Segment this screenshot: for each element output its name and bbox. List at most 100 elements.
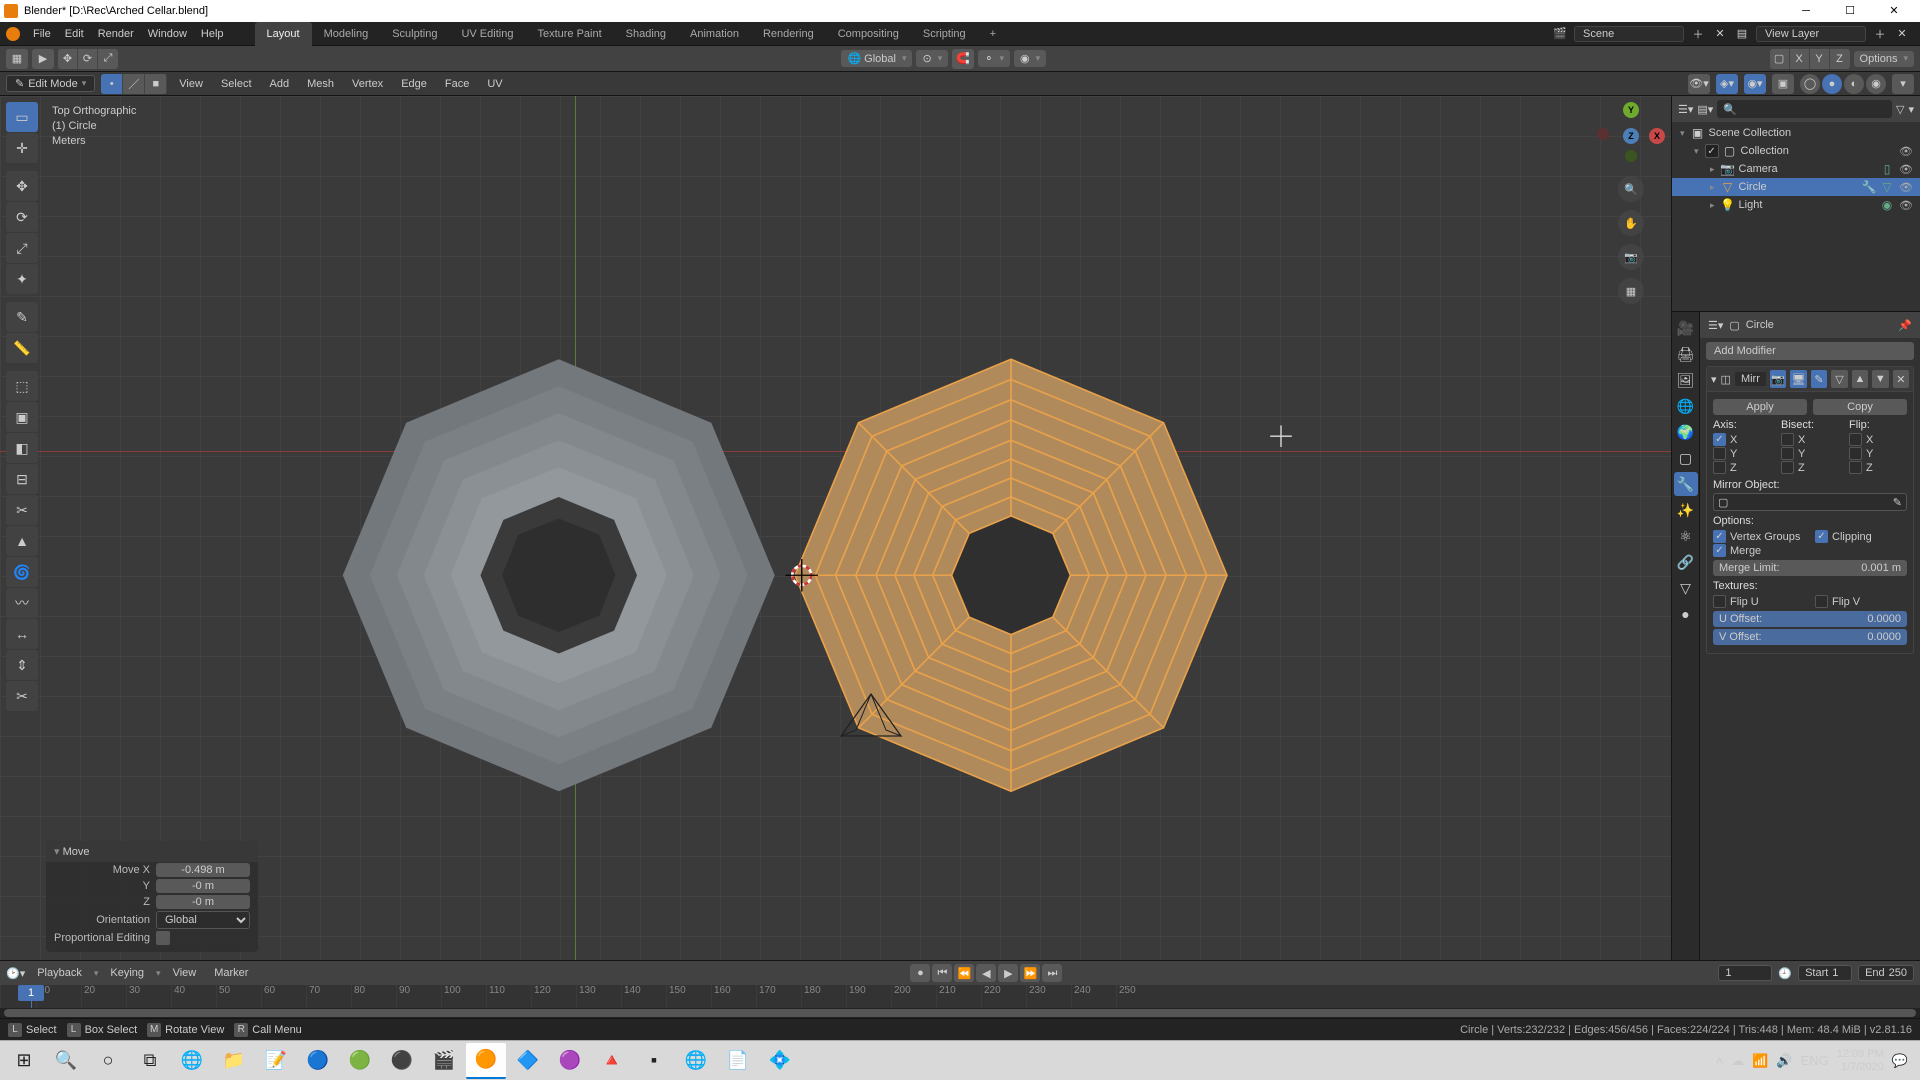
- modifier-name[interactable]: Mirr: [1735, 372, 1766, 386]
- menu-edge[interactable]: Edge: [395, 78, 433, 90]
- taskbar-cortana-icon[interactable]: ○: [88, 1043, 128, 1079]
- xray-toggle-icon[interactable]: ▣: [1772, 74, 1794, 94]
- bisect-x-checkbox[interactable]: [1781, 433, 1794, 446]
- editor-type-icon[interactable]: ▦: [6, 49, 28, 69]
- select-mode-group[interactable]: • ／ ■: [101, 74, 167, 94]
- taskbar-app-12[interactable]: 📄: [718, 1043, 758, 1079]
- row-scene-collection[interactable]: ▣ Scene Collection: [1672, 124, 1920, 142]
- tool-select-box[interactable]: ▭: [6, 102, 38, 132]
- visibility-dropdown-icon[interactable]: 👁▾: [1688, 74, 1710, 94]
- outliner-type-icon[interactable]: ☰▾: [1678, 103, 1693, 116]
- gizmo-toggle-icon[interactable]: ◈▾: [1716, 74, 1738, 94]
- jump-start-icon[interactable]: ⏮: [932, 964, 952, 982]
- shading-rendered-icon[interactable]: ◉: [1866, 74, 1886, 94]
- tool-smooth[interactable]: 〰: [6, 588, 38, 618]
- gizmo-axis-neg-x[interactable]: [1597, 128, 1609, 140]
- camera-visibility-icon[interactable]: 👁: [1898, 163, 1914, 176]
- prop-tab-world[interactable]: 🌍: [1674, 420, 1698, 444]
- op-orientation-select[interactable]: Global: [156, 911, 250, 929]
- options-dropdown[interactable]: Options: [1854, 51, 1914, 67]
- transform-gizmo-toggles[interactable]: ✥ ⟳ ⤢: [58, 49, 118, 69]
- viewlayer-field[interactable]: View Layer: [1756, 26, 1866, 42]
- row-collection[interactable]: ✓ ▢ Collection 👁: [1672, 142, 1920, 160]
- mesh-display-toggles[interactable]: ▢ X Y Z: [1770, 49, 1850, 69]
- taskbar-app-11[interactable]: ▪: [634, 1043, 674, 1079]
- keyframe-prev-icon[interactable]: ⏪: [954, 964, 974, 982]
- tool-bevel[interactable]: ◧: [6, 433, 38, 463]
- timeline-ruler[interactable]: 1020304050607080901001101201301401501601…: [0, 985, 1920, 1008]
- prop-tab-material[interactable]: ●: [1674, 602, 1698, 626]
- eyedropper-icon[interactable]: ✎: [1893, 496, 1902, 509]
- tab-scripting[interactable]: Scripting: [911, 22, 978, 46]
- tool-loop-cut[interactable]: ⊟: [6, 464, 38, 494]
- taskbar-app-3[interactable]: 📝: [256, 1043, 296, 1079]
- tray-notifications-icon[interactable]: 💬: [1892, 1053, 1908, 1069]
- menu-window[interactable]: Window: [141, 22, 194, 46]
- tab-rendering[interactable]: Rendering: [751, 22, 826, 46]
- timeline-playback[interactable]: Playback: [31, 967, 88, 979]
- blender-logo-icon[interactable]: [6, 27, 20, 41]
- scale-gizmo-icon[interactable]: ⤢: [98, 49, 118, 69]
- taskbar-app-6[interactable]: ⚫: [382, 1043, 422, 1079]
- shading-solid-icon[interactable]: ●: [1822, 74, 1842, 94]
- flip-v-checkbox[interactable]: [1815, 595, 1828, 608]
- cursor-tool-icon[interactable]: ▶: [32, 49, 54, 69]
- axis-z-checkbox[interactable]: [1713, 461, 1726, 474]
- vertex-groups-checkbox[interactable]: ✓: [1713, 530, 1726, 543]
- gizmo-axis-neg-y[interactable]: [1625, 150, 1637, 162]
- merge-checkbox[interactable]: ✓: [1713, 544, 1726, 557]
- minimize-button[interactable]: ─: [1784, 0, 1828, 22]
- menu-face[interactable]: Face: [439, 78, 475, 90]
- menu-add[interactable]: Add: [264, 78, 296, 90]
- mod-show-editmode-icon[interactable]: ✎: [1811, 370, 1827, 388]
- outliner-search[interactable]: 🔍: [1717, 100, 1892, 118]
- flip-z-checkbox[interactable]: [1849, 461, 1862, 474]
- outliner-display-icon[interactable]: ▤▾: [1697, 103, 1713, 116]
- tool-rip-region[interactable]: ✂: [6, 681, 38, 711]
- taskbar-chrome-icon[interactable]: 🌐: [676, 1043, 716, 1079]
- taskbar-taskview-icon[interactable]: ⧉: [130, 1043, 170, 1079]
- timeline-keying[interactable]: Keying: [104, 967, 150, 979]
- rotate-gizmo-icon[interactable]: ⟳: [78, 49, 98, 69]
- tray-volume-icon[interactable]: 🔊: [1776, 1053, 1792, 1069]
- tool-annotate[interactable]: ✎: [6, 302, 38, 332]
- tool-knife[interactable]: ✂: [6, 495, 38, 525]
- menu-vertex[interactable]: Vertex: [346, 78, 389, 90]
- maximize-button[interactable]: ☐: [1828, 0, 1872, 22]
- row-light[interactable]: 💡 Light ◉ 👁: [1672, 196, 1920, 214]
- pan-icon[interactable]: ✋: [1618, 210, 1644, 236]
- bisect-y-checkbox[interactable]: [1781, 447, 1794, 460]
- taskbar-search-icon[interactable]: 🔍: [46, 1043, 86, 1079]
- taskbar-app-7[interactable]: 🎬: [424, 1043, 464, 1079]
- op-value-x[interactable]: -0.498 m: [156, 863, 250, 877]
- menu-render[interactable]: Render: [91, 22, 141, 46]
- menu-uv[interactable]: UV: [481, 78, 508, 90]
- axis-y-checkbox[interactable]: [1713, 447, 1726, 460]
- gizmo-axis-y[interactable]: Y: [1623, 102, 1639, 118]
- taskbar-app-2[interactable]: 📁: [214, 1043, 254, 1079]
- clipping-checkbox[interactable]: ✓: [1815, 530, 1828, 543]
- tool-rotate[interactable]: ⟳: [6, 202, 38, 232]
- shading-options-icon[interactable]: ▾: [1892, 74, 1914, 94]
- menu-view[interactable]: View: [173, 78, 209, 90]
- menu-select[interactable]: Select: [215, 78, 258, 90]
- modifier-collapse-icon[interactable]: ▾: [1711, 373, 1717, 386]
- move-gizmo-icon[interactable]: ✥: [58, 49, 78, 69]
- taskbar-blender-icon[interactable]: 🟠: [466, 1043, 506, 1079]
- tool-inset-faces[interactable]: ▣: [6, 402, 38, 432]
- modifier-header[interactable]: ▾ ◫ Mirr 📷 🖥 ✎ ▽ ▲ ▼ ✕: [1707, 367, 1913, 392]
- prop-tab-render[interactable]: 🎥: [1674, 316, 1698, 340]
- toggle-y[interactable]: Y: [1810, 49, 1830, 69]
- tool-transform[interactable]: ✦: [6, 264, 38, 294]
- operator-title[interactable]: Move: [46, 841, 258, 862]
- tray-onedrive-icon[interactable]: ☁: [1731, 1053, 1744, 1069]
- mod-move-up-icon[interactable]: ▲: [1852, 370, 1868, 388]
- circle-visibility-icon[interactable]: 👁: [1898, 181, 1914, 194]
- axis-x-checkbox[interactable]: ✓: [1713, 433, 1726, 446]
- keyframe-next-icon[interactable]: ⏩: [1020, 964, 1040, 982]
- menu-mesh[interactable]: Mesh: [301, 78, 340, 90]
- autokey-icon[interactable]: ●: [910, 964, 930, 982]
- taskbar-app-9[interactable]: 🟣: [550, 1043, 590, 1079]
- mode-select[interactable]: ✎ Edit Mode ▾: [6, 75, 95, 92]
- flip-u-checkbox[interactable]: [1713, 595, 1726, 608]
